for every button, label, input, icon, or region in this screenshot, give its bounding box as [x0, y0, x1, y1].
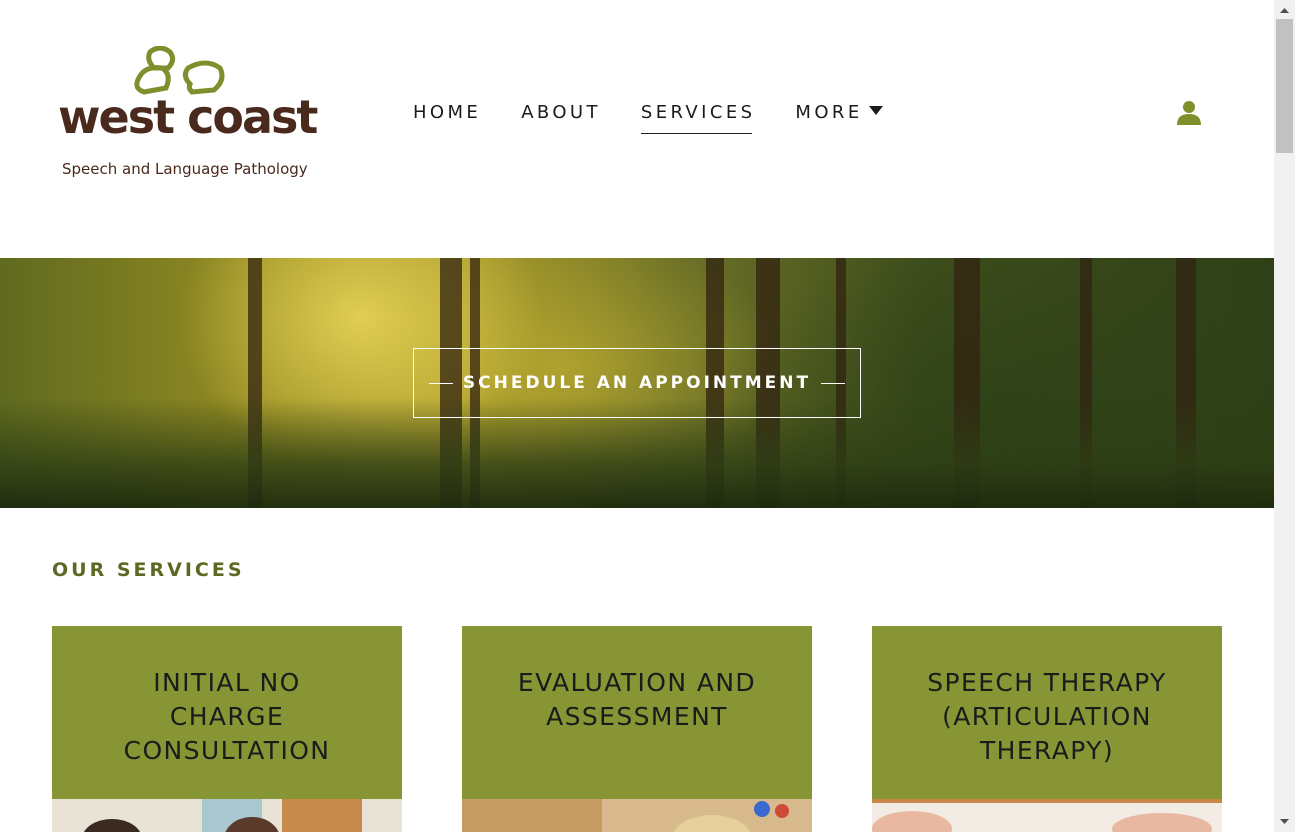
scroll-down-arrow-icon[interactable] [1274, 813, 1295, 830]
site-logo[interactable]: west coast Speech and Language Pathology [58, 46, 340, 182]
nav-more-label: MORE [795, 102, 863, 123]
logo-tagline: Speech and Language Pathology [62, 160, 308, 178]
section-title: OUR SERVICES [52, 559, 245, 581]
scrollbar-thumb[interactable] [1276, 19, 1293, 153]
service-card-image [462, 799, 812, 832]
service-card[interactable]: INITIAL NO CHARGE CONSULTATION [52, 626, 402, 832]
page: west coast Speech and Language Pathology… [0, 0, 1274, 832]
service-card[interactable]: EVALUATION AND ASSESSMENT [462, 626, 812, 832]
service-card[interactable]: SPEECH THERAPY (ARTICULATION THERAPY) [872, 626, 1222, 832]
cta-line-right [821, 382, 846, 384]
logo-word-coast: coast [187, 90, 318, 144]
nav-more[interactable]: MORE [795, 102, 883, 134]
nav-services[interactable]: SERVICES [640, 102, 756, 134]
cta-label: SCHEDULE AN APPOINTMENT [462, 373, 812, 393]
hero-banner: SCHEDULE AN APPOINTMENT [0, 258, 1274, 508]
vertical-scrollbar[interactable] [1274, 0, 1295, 832]
scroll-up-arrow-icon[interactable] [1274, 2, 1295, 19]
caret-down-icon [868, 106, 883, 115]
nav-about[interactable]: ABOUT [521, 102, 601, 134]
service-card-title: SPEECH THERAPY (ARTICULATION THERAPY) [927, 668, 1167, 765]
nav-home[interactable]: HOME [413, 102, 481, 134]
logo-wordmark: west coast [58, 94, 318, 140]
service-card-title: EVALUATION AND ASSESSMENT [517, 668, 757, 731]
schedule-appointment-button[interactable]: SCHEDULE AN APPOINTMENT [413, 348, 861, 418]
main-nav: HOME ABOUT SERVICES MORE [413, 102, 883, 134]
user-icon[interactable] [1176, 100, 1202, 126]
service-card-image [872, 799, 1222, 832]
cta-line-left [428, 382, 453, 384]
site-header: west coast Speech and Language Pathology… [0, 0, 1274, 258]
service-card-image [52, 799, 402, 832]
logo-word-west: west [58, 90, 175, 144]
service-card-title: INITIAL NO CHARGE CONSULTATION [123, 668, 331, 765]
